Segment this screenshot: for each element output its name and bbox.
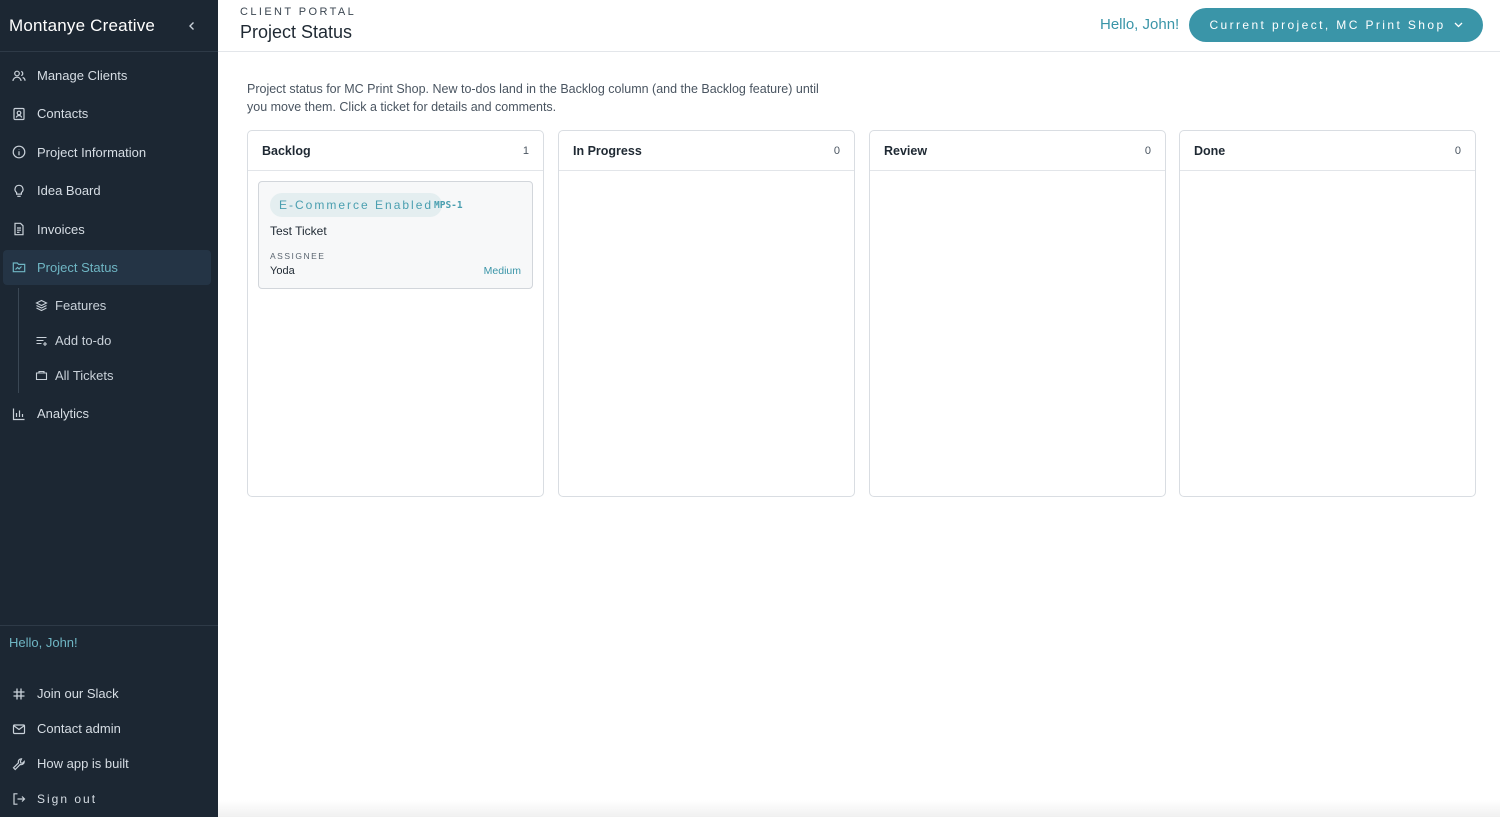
header-greeting: Hello, John! bbox=[1100, 16, 1180, 33]
assignee-name: Yoda bbox=[270, 265, 295, 277]
sidebar-item-label: Idea Board bbox=[37, 183, 101, 199]
column-count: 0 bbox=[1454, 144, 1461, 157]
info-circle-icon bbox=[12, 145, 26, 159]
sidebar-item-manage-clients[interactable]: Manage Clients bbox=[3, 58, 211, 93]
intro-text: Project status for MC Print Shop. New to… bbox=[247, 82, 819, 114]
sidebar-nav: Manage Clients Contacts Project Informat… bbox=[0, 58, 218, 435]
ticket-card[interactable]: E-Commerce Enabled MPS-1 Test Ticket ASS… bbox=[258, 181, 533, 289]
subnav-item-features[interactable]: Features bbox=[19, 288, 218, 323]
sidebar-item-label: Analytics bbox=[37, 406, 90, 422]
mail-icon bbox=[12, 722, 26, 736]
feature-badge: E-Commerce Enabled bbox=[270, 193, 443, 217]
column-header: Done 0 bbox=[1180, 131, 1475, 171]
subnav-item-all-tickets[interactable]: All Tickets bbox=[19, 358, 218, 393]
layers-icon bbox=[35, 299, 48, 312]
document-icon bbox=[12, 222, 26, 236]
column-title: Review bbox=[884, 143, 928, 158]
sidebar-item-idea-board[interactable]: Idea Board bbox=[3, 173, 211, 208]
subnav-item-add-to-do[interactable]: Add to-do bbox=[19, 323, 218, 358]
column-done: Done 0 bbox=[1179, 130, 1476, 497]
subnav-item-label: All Tickets bbox=[55, 368, 114, 384]
column-count: 0 bbox=[833, 144, 840, 157]
sidebar-item-label: Contacts bbox=[37, 106, 89, 122]
ticket-title: Test Ticket bbox=[270, 224, 327, 238]
priority-label: Medium bbox=[483, 265, 521, 277]
footer-link-label: Sign out bbox=[37, 791, 98, 806]
sidebar-item-project-status[interactable]: Project Status bbox=[3, 249, 211, 285]
sidebar-item-project-information[interactable]: Project Information bbox=[3, 135, 211, 170]
current-project-dropdown[interactable]: Current project, MC Print Shop bbox=[1189, 8, 1483, 42]
brand-name: Montanye Creative bbox=[9, 15, 156, 35]
sidebar-item-invoices[interactable]: Invoices bbox=[3, 212, 211, 247]
sign-out-icon bbox=[12, 792, 26, 806]
project-status-subnav: Features Add to-do All Tickets bbox=[18, 288, 218, 394]
column-header: Backlog 1 bbox=[248, 131, 543, 171]
footer-link-label: Contact admin bbox=[37, 721, 121, 736]
lightbulb-icon bbox=[12, 184, 26, 198]
sidebar-item-label: Manage Clients bbox=[37, 68, 128, 83]
wrench-icon bbox=[12, 757, 26, 771]
ticket-icon bbox=[35, 369, 48, 382]
column-count: 1 bbox=[522, 144, 529, 157]
subnav-item-label: Add to-do bbox=[55, 333, 112, 349]
top-header: CLIENT PORTAL Project Status Hello, John… bbox=[218, 0, 1500, 52]
collapse-sidebar-button[interactable] bbox=[184, 18, 200, 34]
sidebar-footer: Hello, John! Join our Slack Contact admi… bbox=[0, 625, 218, 816]
folder-icon bbox=[12, 260, 26, 274]
sidebar-greeting: Hello, John! bbox=[9, 634, 78, 650]
bottom-shadow bbox=[218, 800, 1500, 817]
sidebar-footer-links: Join our Slack Contact admin How app is … bbox=[0, 676, 218, 816]
assignee-label: ASSIGNEE bbox=[270, 251, 326, 261]
column-title: Done bbox=[1194, 143, 1226, 158]
footer-link-label: How app is built bbox=[37, 756, 129, 771]
subnav-item-label: Features bbox=[55, 298, 107, 314]
sign-out-button[interactable]: Sign out bbox=[0, 781, 218, 816]
users-icon bbox=[12, 69, 26, 83]
column-header: Review 0 bbox=[870, 131, 1165, 171]
list-add-icon bbox=[35, 334, 48, 347]
sidebar-item-label: Project Status bbox=[37, 259, 118, 275]
footer-link-label: Join our Slack bbox=[37, 686, 119, 701]
column-review: Review 0 bbox=[869, 130, 1166, 497]
sidebar-item-label: Invoices bbox=[37, 221, 85, 237]
slack-icon bbox=[12, 687, 26, 701]
current-project-label: Current project, MC Print Shop bbox=[1209, 18, 1446, 32]
column-backlog: Backlog 1 E-Commerce Enabled MPS-1 Test … bbox=[247, 130, 544, 497]
column-title: In Progress bbox=[573, 143, 642, 158]
ticket-id: MPS-1 bbox=[434, 200, 463, 211]
column-title: Backlog bbox=[262, 143, 311, 158]
sidebar-item-contacts[interactable]: Contacts bbox=[3, 96, 211, 131]
page-title: Project Status bbox=[240, 22, 353, 42]
contact-admin-link[interactable]: Contact admin bbox=[0, 711, 218, 746]
sidebar: Montanye Creative Manage Clients Contact… bbox=[0, 0, 218, 817]
chevron-down-icon bbox=[1454, 22, 1463, 28]
chevron-left-icon bbox=[189, 21, 194, 30]
column-in-progress: In Progress 0 bbox=[558, 130, 855, 497]
column-header: In Progress 0 bbox=[559, 131, 854, 171]
kanban-board: Backlog 1 E-Commerce Enabled MPS-1 Test … bbox=[247, 130, 1476, 497]
how-app-is-built-link[interactable]: How app is built bbox=[0, 746, 218, 781]
join-slack-link[interactable]: Join our Slack bbox=[0, 676, 218, 711]
sidebar-item-label: Project Information bbox=[37, 144, 147, 160]
contact-card-icon bbox=[12, 107, 26, 121]
sidebar-item-analytics[interactable]: Analytics bbox=[3, 396, 211, 431]
sidebar-brand: Montanye Creative bbox=[0, 0, 218, 52]
header-eyebrow: CLIENT PORTAL bbox=[240, 6, 357, 18]
bar-chart-icon bbox=[12, 407, 26, 421]
column-count: 0 bbox=[1144, 144, 1151, 157]
